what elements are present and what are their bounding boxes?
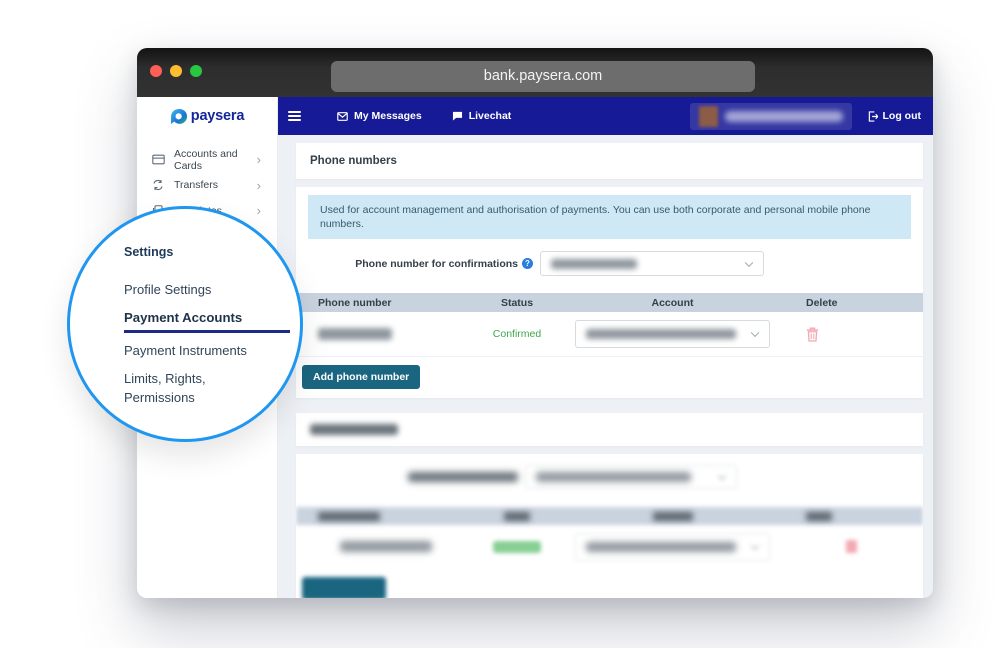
col-delete-redacted (806, 512, 832, 521)
card-icon (152, 153, 165, 166)
livechat-link[interactable]: Livechat (452, 110, 512, 122)
menu-item-limits-rights-permissions[interactable]: Limits, Rights, Permissions (124, 370, 244, 407)
confirmations-label: Phone number for confirmations (296, 258, 518, 270)
chevron-down-icon (751, 329, 759, 337)
email-table-header (296, 507, 923, 525)
active-item-underline (124, 330, 290, 333)
col-email-redacted (318, 512, 380, 521)
hamburger-menu-icon[interactable] (288, 111, 301, 121)
delete-trash-icon[interactable] (806, 327, 819, 342)
col-account-redacted (653, 512, 693, 521)
chat-bubble-icon (452, 111, 463, 121)
zoom-window-button[interactable] (190, 65, 202, 77)
col-account: Account (575, 297, 770, 309)
logout-label: Log out (883, 110, 921, 122)
confirmation-phone-select[interactable] (540, 251, 764, 276)
email-addresses-header (296, 413, 923, 446)
account-select[interactable] (575, 320, 770, 348)
phone-numbers-card: Used for account management and authoris… (296, 187, 923, 398)
info-banner: Used for account management and authoris… (308, 195, 911, 239)
chevron-right-icon: › (257, 179, 261, 192)
phone-table-row: Confirmed (296, 312, 923, 357)
email-account-redacted (586, 542, 736, 552)
status-badge: Confirmed (459, 328, 575, 340)
sidebar-item-label: Transfers (174, 179, 218, 191)
settings-magnifier-circle: Settings Profile Settings Payment Accoun… (67, 206, 303, 442)
user-name-redacted (725, 111, 843, 122)
user-menu[interactable] (690, 103, 852, 130)
window-controls (150, 65, 202, 77)
menu-item-profile-settings[interactable]: Profile Settings (124, 282, 211, 297)
add-phone-number-button[interactable]: Add phone number (302, 365, 420, 389)
my-messages-label: My Messages (354, 110, 422, 122)
envelope-icon (337, 112, 348, 121)
sidebar-item-transfers[interactable]: Transfers › (137, 173, 277, 199)
avatar (699, 106, 718, 127)
email-label-redacted (408, 472, 518, 482)
help-icon[interactable]: ? (522, 258, 533, 269)
email-delete-icon-redacted[interactable] (846, 540, 857, 553)
email-table-row (296, 525, 923, 568)
transfers-icon (152, 179, 165, 192)
email-redacted (340, 541, 432, 552)
content-area: Phone numbers Used for account managemen… (278, 135, 933, 598)
email-notifications-select[interactable] (525, 465, 737, 489)
chevron-down-icon (718, 472, 726, 480)
email-account-select[interactable] (575, 533, 770, 561)
chevron-right-icon: › (257, 153, 261, 166)
settings-section-title: Settings (124, 245, 173, 259)
address-bar[interactable]: bank.paysera.com (331, 61, 755, 92)
chevron-down-icon (751, 541, 759, 549)
menu-item-payment-accounts[interactable]: Payment Accounts (124, 310, 242, 325)
logout-button[interactable]: Log out (868, 110, 921, 122)
my-messages-link[interactable]: My Messages (337, 110, 422, 122)
email-value-redacted (536, 472, 691, 482)
close-window-button[interactable] (150, 65, 162, 77)
screenshot-stage: bank.paysera.com (0, 0, 1000, 648)
email-addresses-card (296, 454, 923, 598)
email-addresses-title-redacted (310, 424, 398, 435)
paysera-logo-icon (170, 108, 187, 125)
browser-titlebar: bank.paysera.com (137, 48, 933, 97)
chevron-down-icon (745, 258, 753, 266)
sidebar-item-accounts-and-cards[interactable]: Accounts and Cards › (137, 147, 277, 173)
menu-item-payment-instruments[interactable]: Payment Instruments (124, 343, 247, 358)
minimize-window-button[interactable] (170, 65, 182, 77)
col-phone-number: Phone number (296, 297, 459, 309)
livechat-label: Livechat (469, 110, 512, 122)
logout-icon (868, 111, 878, 122)
paysera-logo[interactable]: paysera (137, 97, 277, 135)
phone-number-redacted (318, 328, 392, 340)
phone-table-header: Phone number Status Account Delete (296, 293, 923, 312)
selected-phone-redacted (551, 259, 637, 269)
email-status-redacted (493, 541, 541, 553)
account-value-redacted (586, 329, 736, 339)
phone-numbers-header: Phone numbers (296, 143, 923, 179)
col-status: Status (459, 297, 575, 309)
paysera-wordmark: paysera (191, 108, 244, 124)
chevron-right-icon: › (257, 204, 261, 217)
phone-numbers-title: Phone numbers (310, 155, 397, 167)
col-status-redacted (504, 512, 530, 521)
add-email-button-redacted[interactable] (302, 577, 386, 598)
sidebar-item-label: Accounts and Cards (174, 148, 248, 172)
app-header: My Messages Livechat (278, 97, 933, 135)
col-delete: Delete (770, 297, 923, 309)
